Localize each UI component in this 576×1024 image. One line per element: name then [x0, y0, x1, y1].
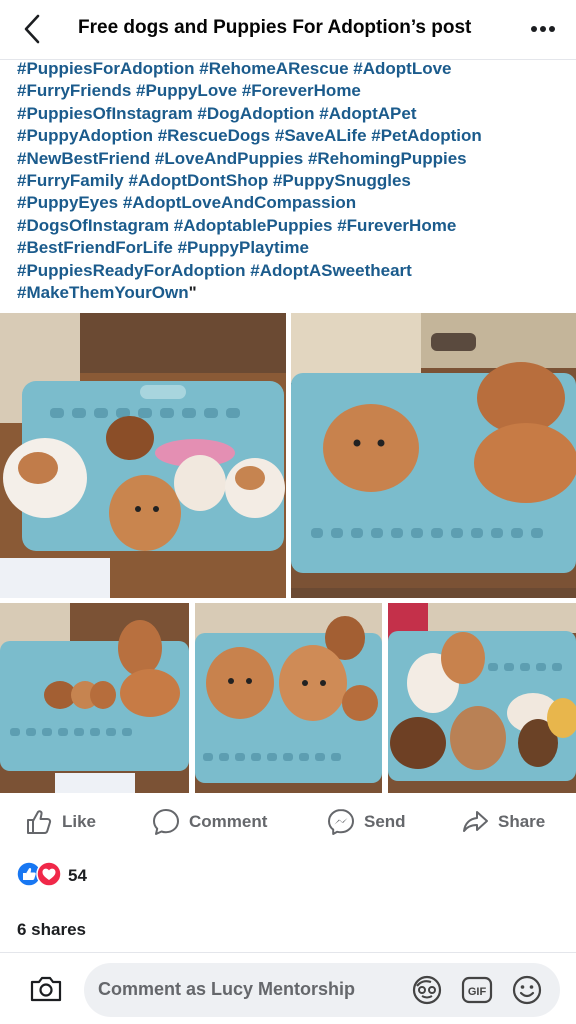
post-actions: Like Comment Send Share — [0, 800, 576, 844]
post-photo[interactable] — [388, 603, 576, 793]
hashtag-line[interactable]: #DogsOfInstagram #AdoptablePuppies #Fure… — [17, 215, 567, 237]
reactions-summary[interactable]: 54 — [16, 860, 87, 892]
reaction-count: 54 — [68, 866, 87, 885]
send-label: Send — [364, 812, 406, 831]
hashtag-line[interactable]: #PuppiesOfInstagram #DogAdoption #AdoptA… — [17, 103, 567, 125]
page-title: Free dogs and Puppies For Adoption’s pos… — [78, 17, 472, 38]
hashtag-line[interactable]: #FurryFamily #AdoptDontShop #PuppySnuggl… — [17, 170, 567, 192]
camera-icon[interactable] — [28, 972, 64, 1006]
love-reaction-icon — [36, 860, 62, 892]
post-photo[interactable] — [291, 313, 576, 598]
share-arrow-icon — [460, 807, 490, 837]
like-button[interactable]: Like — [24, 800, 96, 844]
hashtag-line[interactable]: #PuppiesForAdoption #RehomeARescue #Adop… — [17, 58, 567, 80]
post-header: Free dogs and Puppies For Adoption’s pos… — [0, 0, 576, 60]
hashtag-line[interactable]: #PuppyEyes #AdoptLoveAndCompassion — [17, 192, 567, 214]
post-photo[interactable] — [0, 313, 286, 598]
emoji-icon[interactable] — [510, 973, 544, 1007]
more-options-icon[interactable] — [526, 14, 562, 44]
hashtag-line[interactable]: #FurryFriends #PuppyLove #ForeverHome — [17, 80, 567, 102]
comment-composer: Comment as Lucy Mentorship GIF — [0, 952, 576, 1024]
comment-bubble-icon — [151, 807, 181, 837]
hashtag-line[interactable]: #NewBestFriend #LoveAndPuppies #Rehoming… — [17, 148, 567, 170]
share-label: Share — [498, 812, 546, 831]
share-count[interactable]: 6 shares — [17, 920, 86, 940]
hashtag-line[interactable]: #BestFriendForLife #PuppyPlaytime — [17, 237, 567, 259]
svg-text:GIF: GIF — [468, 986, 487, 998]
comment-placeholder: Comment as Lucy Mentorship — [98, 979, 356, 999]
hashtag-line[interactable]: #MakeThemYourOwn — [17, 283, 189, 302]
like-label: Like — [62, 812, 97, 831]
post-photo[interactable] — [195, 603, 382, 793]
share-button[interactable]: Share — [460, 800, 545, 844]
comment-label: Comment — [189, 812, 268, 831]
hashtag-line[interactable]: #PuppiesReadyForAdoption #AdoptASweethea… — [17, 260, 567, 282]
post-photo[interactable] — [0, 603, 189, 793]
thumbs-up-icon — [24, 807, 54, 837]
gif-icon[interactable]: GIF — [460, 973, 494, 1007]
send-button[interactable]: Send — [326, 800, 406, 844]
post-text: #PuppiesForAdoption #RehomeARescue #Adop… — [17, 58, 567, 304]
avatar-sticker-icon[interactable] — [410, 973, 444, 1007]
comment-input[interactable]: Comment as Lucy Mentorship GIF — [84, 963, 560, 1017]
back-arrow-icon[interactable] — [18, 12, 48, 46]
hashtag-line[interactable]: #PuppyAdoption #RescueDogs #SaveALife #P… — [17, 125, 567, 147]
closing-quote: " — [188, 282, 197, 302]
hashtag-line-last: #MakeThemYourOwn" — [17, 282, 567, 304]
messenger-icon — [326, 807, 356, 837]
comment-button[interactable]: Comment — [151, 800, 267, 844]
